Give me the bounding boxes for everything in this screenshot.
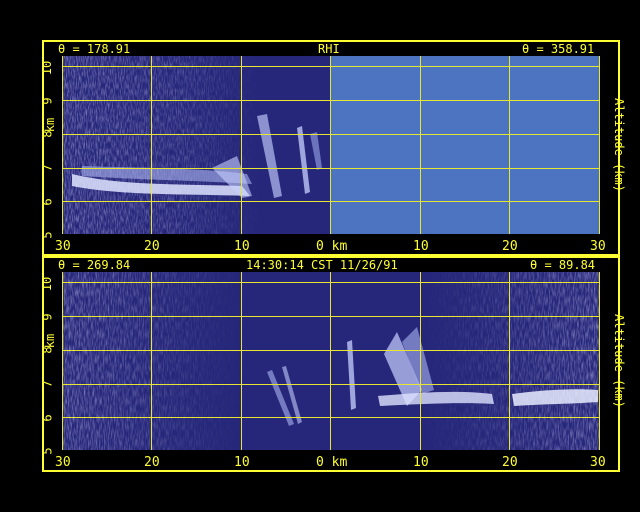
grid-line [151,56,152,234]
top-theta-right: θ = 358.91 [522,42,595,56]
top-y-tick: 5 [40,231,55,239]
grid-line [62,316,600,317]
bottom-x-tick: 20 [144,455,160,470]
grid-line [241,56,242,234]
bottom-x-tick: 20 [502,455,518,470]
top-y-label-right: Altitude (km) [611,98,626,192]
grid-line [62,282,600,283]
top-x-tick: 30 [590,239,606,254]
top-y-tick: 7 [40,164,55,172]
bottom-y-label-left: km [43,333,58,349]
top-y-label-left: km [43,117,58,133]
grid-line [599,272,600,450]
bottom-y-label-right: Altitude (km) [611,314,626,408]
top-x-tick: 20 [144,239,160,254]
no-data-region [331,56,600,234]
grid-line [330,56,331,234]
bottom-echo-image [62,272,600,450]
top-plot-area [62,56,600,234]
grid-line [330,272,331,450]
grid-line [62,168,600,169]
grid-line [62,134,600,135]
grid-line [509,56,510,234]
bottom-y-tick: 7 [40,380,55,388]
bottom-x-tick: 30 [590,455,606,470]
grid-line [62,350,600,351]
bottom-theta-left: θ = 269.84 [58,258,131,272]
bottom-x-tick: 10 [234,455,250,470]
grid-line [62,201,600,202]
bottom-y-tick: 9 [40,313,55,321]
grid-line [62,100,600,101]
bottom-y-tick: 5 [40,447,55,455]
top-y-tick: 9 [40,97,55,105]
grid-line [62,384,600,385]
top-y-tick: 6 [40,198,55,206]
bottom-timestamp: 14:30:14 CST 11/26/91 [246,258,398,272]
top-x-tick: 0 km [316,239,348,254]
bottom-x-tick: 10 [413,455,429,470]
bottom-x-tick: 0 km [316,455,348,470]
grid-line [62,417,600,418]
top-panel-title: RHI [318,42,340,56]
grid-line [62,272,63,450]
bottom-x-tick: 30 [55,455,71,470]
top-theta-left: θ = 178.91 [58,42,131,56]
grid-line [151,272,152,450]
top-y-tick: 10 [40,60,55,76]
bottom-y-tick: 10 [40,276,55,292]
top-x-tick: 20 [502,239,518,254]
top-x-tick: 10 [234,239,250,254]
top-x-tick: 10 [413,239,429,254]
grid-line [420,56,421,234]
top-echo-image [62,56,600,234]
bottom-y-tick: 6 [40,414,55,422]
bottom-plot-area [62,272,600,450]
grid-line [62,66,600,67]
top-x-tick: 30 [55,239,71,254]
grid-line [599,56,600,234]
grid-line [420,272,421,450]
bottom-theta-right: θ = 89.84 [530,258,596,272]
grid-line [62,56,63,234]
grid-line [509,272,510,450]
grid-line [241,272,242,450]
